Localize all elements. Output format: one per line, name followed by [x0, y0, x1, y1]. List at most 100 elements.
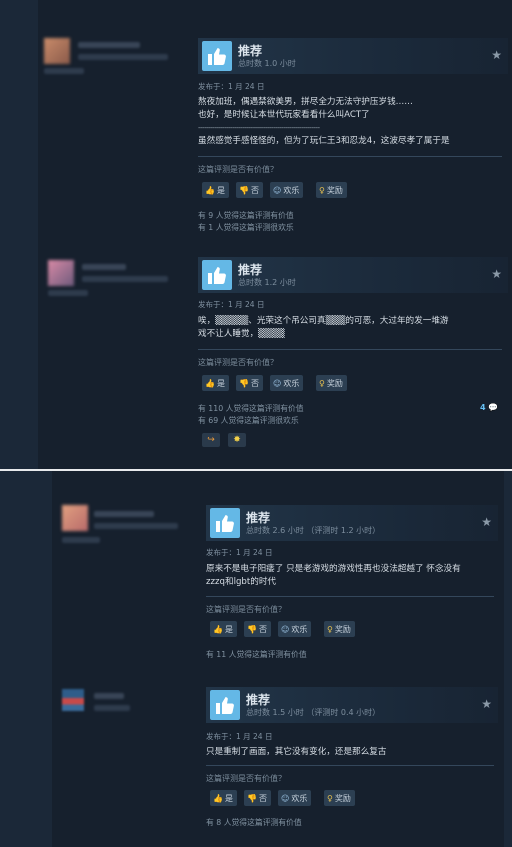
comment-icon: 💬 — [488, 403, 499, 412]
avatar[interactable] — [44, 38, 70, 64]
award-label: 奖励 — [334, 624, 351, 634]
vote-funny-button[interactable]: ☺ 欢乐 — [270, 182, 304, 198]
vote-yes-button[interactable]: 👍 是 — [202, 375, 229, 391]
comment-count[interactable]: 4 💬 — [480, 403, 498, 412]
recommendation-label: 推荐 — [246, 693, 271, 707]
helpful-count: 有 110 人觉得这篇评测有价值 — [198, 404, 304, 413]
avatar[interactable] — [48, 260, 74, 286]
vote-funny-button[interactable]: ☺ 欢乐 — [278, 621, 312, 637]
award-button[interactable]: ♀ 奖励 — [316, 182, 347, 198]
user-stats-blurred — [78, 54, 168, 60]
username-blurred[interactable] — [94, 511, 154, 517]
award-icon: ♀ — [327, 624, 333, 634]
smile-icon: ☺ — [281, 793, 290, 803]
thumbs-up-icon: 👍 — [205, 378, 215, 388]
review-header[interactable]: 推荐 总时数 1.5 小时 （评测时 0.4 小时） ★ — [206, 687, 498, 723]
review-text-line: 只是重制了画面，其它没有变化，还是那么复古 — [206, 747, 387, 757]
user-stats-blurred — [82, 276, 168, 282]
review-text-line: 戏不让人睡觉，▒▒▒▒ — [198, 329, 285, 339]
vote-yes-button[interactable]: 👍 是 — [210, 790, 237, 806]
username-blurred[interactable] — [78, 42, 140, 48]
vote-no-button[interactable]: 👎 否 — [244, 621, 271, 637]
award-button[interactable]: ♀ 奖励 — [324, 790, 355, 806]
review-content: 推荐 总时数 1.2 小时 ★ 发布于：1 月 24 日 唉，▒▒▒▒▒、光荣这… — [198, 257, 508, 452]
user-meta-blurred — [48, 290, 88, 296]
vote-funny-label: 欢乐 — [291, 793, 308, 803]
vote-no-button[interactable]: 👎 否 — [236, 375, 263, 391]
recommendation-label: 推荐 — [238, 44, 263, 58]
funny-count: 有 69 人觉得这篇评测很欢乐 — [198, 416, 299, 425]
star-icon[interactable]: ★ — [491, 267, 502, 281]
thumbs-up-icon — [202, 260, 232, 290]
thumbs-up-icon: 👍 — [213, 624, 223, 634]
vote-no-label: 否 — [258, 624, 267, 634]
helpful-count: 有 11 人觉得这篇评测有价值 — [206, 650, 307, 659]
vote-funny-button[interactable]: ☺ 欢乐 — [278, 790, 312, 806]
thumbs-down-icon: 👎 — [247, 624, 257, 634]
smile-icon: ☺ — [273, 185, 282, 195]
posted-date: 发布于：1 月 24 日 — [206, 548, 273, 557]
received-award-icon[interactable]: ↪ — [202, 433, 220, 447]
vote-no-button[interactable]: 👎 否 — [236, 182, 263, 198]
recommendation-label: 推荐 — [238, 263, 263, 277]
vote-no-label: 否 — [250, 378, 259, 388]
posted-date: 发布于：1 月 24 日 — [206, 732, 273, 741]
posted-date: 发布于：1 月 24 日 — [198, 82, 265, 91]
vote-yes-label: 是 — [216, 378, 225, 388]
review-header[interactable]: 推荐 总时数 1.0 小时 ★ — [198, 38, 508, 74]
star-icon[interactable]: ★ — [491, 48, 502, 62]
review-header[interactable]: 推荐 总时数 2.6 小时 （评测时 1.2 小时） ★ — [206, 505, 498, 541]
award-icon: ♀ — [327, 793, 333, 803]
smile-icon: ☺ — [281, 624, 290, 634]
playtime: 总时数 1.2 小时 — [238, 278, 296, 287]
review-text-line: zzzq和lgbt的时代 — [206, 577, 277, 587]
star-icon[interactable]: ★ — [481, 515, 492, 529]
award-button[interactable]: ♀ 奖励 — [324, 621, 355, 637]
vote-yes-label: 是 — [224, 624, 233, 634]
thumbs-up-icon — [210, 508, 240, 538]
review-content: 推荐 总时数 1.5 小时 （评测时 0.4 小时） ★ 发布于：1 月 24 … — [206, 687, 498, 837]
thumbs-up-icon — [202, 41, 232, 71]
received-award-icon[interactable]: ✸ — [228, 433, 246, 447]
avatar[interactable] — [62, 505, 88, 531]
smile-icon: ☺ — [273, 378, 282, 388]
review-card: 推荐 总时数 1.5 小时 （评测时 0.4 小时） ★ 发布于：1 月 24 … — [56, 683, 502, 843]
posted-date: 发布于：1 月 24 日 — [198, 300, 265, 309]
avatar[interactable] — [62, 689, 84, 711]
user-stats-blurred — [94, 523, 178, 529]
user-stats-blurred — [94, 705, 130, 711]
helpful-question: 这篇评测是否有价值？ — [198, 358, 278, 367]
vote-yes-button[interactable]: 👍 是 — [210, 621, 237, 637]
vote-yes-label: 是 — [216, 185, 225, 195]
award-icon: ♀ — [319, 185, 325, 195]
star-icon[interactable]: ★ — [481, 697, 492, 711]
username-blurred[interactable] — [82, 264, 126, 270]
user-meta-blurred — [44, 68, 84, 74]
review-page-bottom: 推荐 总时数 2.6 小时 （评测时 1.2 小时） ★ 发布于：1 月 24 … — [0, 471, 512, 847]
divider — [206, 765, 494, 766]
playtime: 总时数 1.0 小时 — [238, 59, 296, 68]
award-icon: ♀ — [319, 378, 325, 388]
review-text-line: 熬夜加班，偶遇禁欲美男，拼尽全力无法守护压岁钱…… — [198, 97, 413, 107]
helpful-question: 这篇评测是否有价值？ — [198, 165, 278, 174]
vote-yes-button[interactable]: 👍 是 — [202, 182, 229, 198]
playtime: 总时数 1.5 小时 （评测时 0.4 小时） — [246, 708, 381, 717]
review-header[interactable]: 推荐 总时数 1.2 小时 ★ — [198, 257, 508, 293]
award-label: 奖励 — [326, 185, 343, 195]
divider — [198, 349, 502, 350]
vote-no-label: 否 — [258, 793, 267, 803]
helpful-question: 这篇评测是否有价值？ — [206, 605, 286, 614]
user-meta-blurred — [62, 537, 100, 543]
username-blurred[interactable] — [94, 693, 124, 699]
funny-count: 有 1 人觉得这篇评测很欢乐 — [198, 223, 294, 232]
vote-no-button[interactable]: 👎 否 — [244, 790, 271, 806]
thumbs-up-icon — [210, 690, 240, 720]
vote-funny-label: 欢乐 — [291, 624, 308, 634]
award-button[interactable]: ♀ 奖励 — [316, 375, 347, 391]
vote-funny-label: 欢乐 — [283, 378, 300, 388]
vote-funny-button[interactable]: ☺ 欢乐 — [270, 375, 304, 391]
divider — [206, 596, 494, 597]
vote-yes-label: 是 — [224, 793, 233, 803]
review-card: 推荐 总时数 1.0 小时 ★ 发布于：1 月 24 日 熬夜加班，偶遇禁欲美男… — [38, 30, 512, 248]
playtime: 总时数 2.6 小时 （评测时 1.2 小时） — [246, 526, 381, 535]
